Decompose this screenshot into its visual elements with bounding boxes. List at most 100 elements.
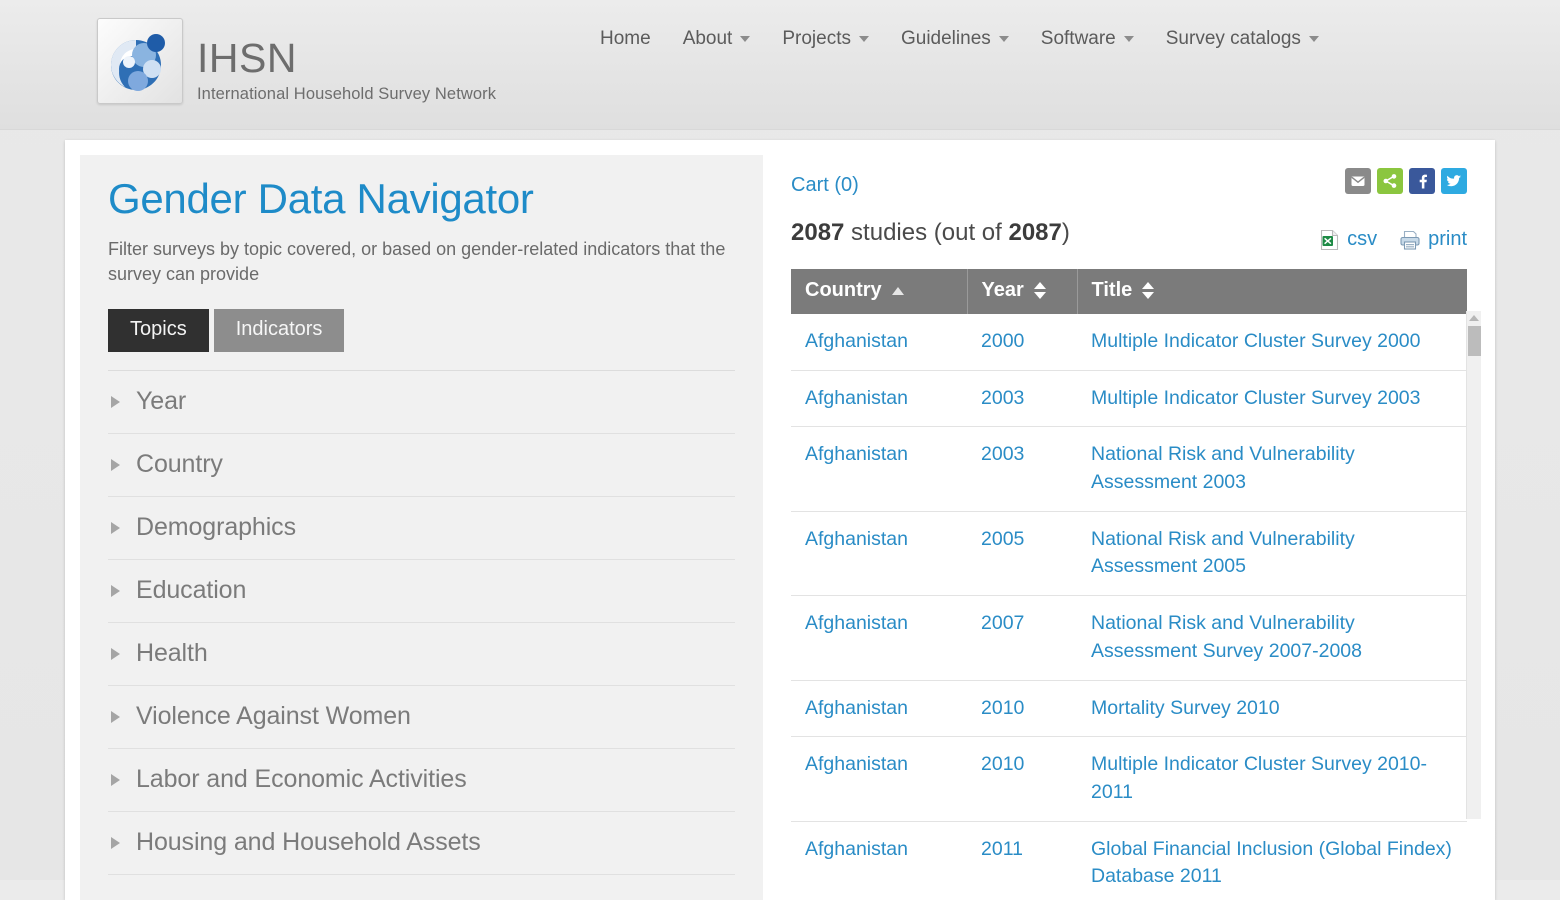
cell-country[interactable]: Afghanistan bbox=[791, 314, 967, 371]
csv-export-link[interactable]: csv bbox=[1320, 228, 1377, 251]
cell-year[interactable]: 2000 bbox=[967, 314, 1077, 371]
table-scrollbar[interactable] bbox=[1466, 311, 1481, 819]
triangle-right-icon bbox=[111, 458, 120, 471]
facet-country[interactable]: Country bbox=[108, 432, 735, 496]
nav-item-guidelines[interactable]: Guidelines bbox=[901, 28, 1009, 50]
cell-country[interactable]: Afghanistan bbox=[791, 680, 967, 738]
nav-label: Survey catalogs bbox=[1165, 28, 1301, 49]
table-row[interactable]: Afghanistan 2000 Multiple Indicator Clus… bbox=[791, 314, 1467, 371]
cell-title[interactable]: Global Financial Inclusion (Global Finde… bbox=[1077, 821, 1467, 900]
cell-title[interactable]: Mortality Survey 2010 bbox=[1077, 680, 1467, 738]
facet-housing-and-household-assets[interactable]: Housing and Household Assets bbox=[108, 810, 735, 874]
cell-year[interactable]: 2005 bbox=[967, 511, 1077, 597]
facet-label: Demographics bbox=[136, 513, 296, 542]
table-row[interactable]: Afghanistan 2010 Mortality Survey 2010 bbox=[791, 680, 1467, 738]
print-label: print bbox=[1428, 228, 1467, 250]
table-row[interactable]: Afghanistan 2011 Global Financial Inclus… bbox=[791, 821, 1467, 900]
nav-item-about[interactable]: About bbox=[683, 28, 751, 50]
email-icon[interactable] bbox=[1345, 168, 1371, 194]
export-actions: csv print bbox=[1320, 228, 1467, 251]
brand[interactable]: IHSN International Household Survey Netw… bbox=[97, 18, 496, 104]
cell-year[interactable]: 2007 bbox=[967, 595, 1077, 681]
column-label: Title bbox=[1091, 279, 1133, 301]
results-count: 2087 bbox=[791, 219, 845, 246]
nav-item-survey-catalogs[interactable]: Survey catalogs bbox=[1166, 28, 1319, 50]
facet-label: Labor and Economic Activities bbox=[136, 765, 467, 794]
cell-title[interactable]: Multiple Indicator Cluster Survey 2000 bbox=[1077, 314, 1467, 371]
cell-country[interactable]: Afghanistan bbox=[791, 511, 967, 597]
cart-link[interactable]: Cart (0) bbox=[791, 168, 859, 197]
triangle-right-icon bbox=[111, 395, 120, 408]
results-count-label: studies (out of bbox=[844, 219, 1009, 246]
table-row[interactable]: Afghanistan 2003 National Risk and Vulne… bbox=[791, 426, 1467, 512]
cell-year[interactable]: 2010 bbox=[967, 736, 1077, 822]
chevron-down-icon bbox=[858, 36, 869, 42]
facet-accordion: Year Country Demographics Education Heal… bbox=[108, 369, 735, 875]
sort-toggle-icon bbox=[1142, 282, 1155, 299]
table-row[interactable]: Afghanistan 2005 National Risk and Vulne… bbox=[791, 511, 1467, 597]
content-card: Gender Data Navigator Filter surveys by … bbox=[65, 140, 1495, 900]
triangle-right-icon bbox=[111, 521, 120, 534]
column-header-year[interactable]: Year bbox=[967, 269, 1078, 314]
facet-violence-against-women[interactable]: Violence Against Women bbox=[108, 684, 735, 748]
results-table-wrap: Country Year Title Afghanistan 2000 Mult… bbox=[791, 269, 1481, 900]
cell-country[interactable]: Afghanistan bbox=[791, 595, 967, 681]
scroll-up-arrow-icon[interactable] bbox=[1469, 315, 1479, 321]
cell-country[interactable]: Afghanistan bbox=[791, 370, 967, 428]
results-table-body: Afghanistan 2000 Multiple Indicator Clus… bbox=[791, 314, 1467, 900]
brand-title: IHSN bbox=[197, 35, 297, 81]
facebook-icon[interactable] bbox=[1409, 168, 1435, 194]
column-header-country[interactable]: Country bbox=[791, 269, 968, 314]
table-row[interactable]: Afghanistan 2007 National Risk and Vulne… bbox=[791, 595, 1467, 681]
tab-topics[interactable]: Topics bbox=[108, 308, 209, 352]
nav-item-projects[interactable]: Projects bbox=[782, 28, 869, 50]
tab-indicators[interactable]: Indicators bbox=[213, 308, 345, 352]
cell-year[interactable]: 2003 bbox=[967, 426, 1077, 512]
cell-year[interactable]: 2011 bbox=[967, 821, 1077, 900]
cell-title[interactable]: Multiple Indicator Cluster Survey 2003 bbox=[1077, 370, 1467, 428]
cell-year[interactable]: 2003 bbox=[967, 370, 1077, 428]
table-row[interactable]: Afghanistan 2010 Multiple Indicator Clus… bbox=[791, 736, 1467, 822]
cell-title[interactable]: National Risk and Vulnerability Assessme… bbox=[1077, 511, 1467, 597]
facet-health[interactable]: Health bbox=[108, 621, 735, 685]
facet-demographics[interactable]: Demographics bbox=[108, 495, 735, 559]
nav-item-home[interactable]: Home bbox=[600, 28, 651, 50]
printer-icon bbox=[1399, 229, 1421, 251]
cell-year[interactable]: 2010 bbox=[967, 680, 1077, 738]
share-icon[interactable] bbox=[1377, 168, 1403, 194]
scrollbar-thumb[interactable] bbox=[1467, 326, 1481, 356]
cell-title[interactable]: Multiple Indicator Cluster Survey 2010-2… bbox=[1077, 736, 1467, 822]
cell-country[interactable]: Afghanistan bbox=[791, 426, 967, 512]
triangle-right-icon bbox=[111, 710, 120, 723]
ihsn-leaf-logo-icon bbox=[97, 18, 183, 104]
page-title: Gender Data Navigator bbox=[108, 175, 534, 222]
nav-label: About bbox=[682, 28, 733, 49]
nav-label: Home bbox=[600, 28, 651, 49]
triangle-right-icon bbox=[111, 584, 120, 597]
social-share-bar bbox=[1345, 168, 1467, 194]
twitter-icon[interactable] bbox=[1441, 168, 1467, 194]
results-table: Country Year Title Afghanistan 2000 Mult… bbox=[791, 269, 1467, 900]
triangle-right-icon bbox=[111, 647, 120, 660]
print-link[interactable]: print bbox=[1399, 228, 1467, 251]
facet-label: Violence Against Women bbox=[136, 702, 411, 731]
triangle-right-icon bbox=[111, 836, 120, 849]
nav-label: Guidelines bbox=[900, 28, 991, 49]
chevron-down-icon bbox=[740, 36, 751, 42]
cell-country[interactable]: Afghanistan bbox=[791, 821, 967, 900]
sort-ascending-icon bbox=[891, 286, 904, 295]
sort-toggle-icon bbox=[1033, 282, 1046, 299]
facet-education[interactable]: Education bbox=[108, 558, 735, 622]
cell-title[interactable]: National Risk and Vulnerability Assessme… bbox=[1077, 595, 1467, 681]
facet-labor-and-economic-activities[interactable]: Labor and Economic Activities bbox=[108, 747, 735, 811]
excel-icon bbox=[1320, 229, 1340, 251]
table-row[interactable]: Afghanistan 2003 Multiple Indicator Clus… bbox=[791, 370, 1467, 428]
cell-title[interactable]: National Risk and Vulnerability Assessme… bbox=[1077, 426, 1467, 512]
nav-label: Software bbox=[1040, 28, 1116, 49]
cell-country[interactable]: Afghanistan bbox=[791, 736, 967, 822]
triangle-right-icon bbox=[111, 773, 120, 786]
column-header-title[interactable]: Title bbox=[1077, 269, 1467, 314]
facet-year[interactable]: Year bbox=[108, 369, 735, 433]
nav-item-software[interactable]: Software bbox=[1041, 28, 1134, 50]
chevron-down-icon bbox=[998, 36, 1009, 42]
